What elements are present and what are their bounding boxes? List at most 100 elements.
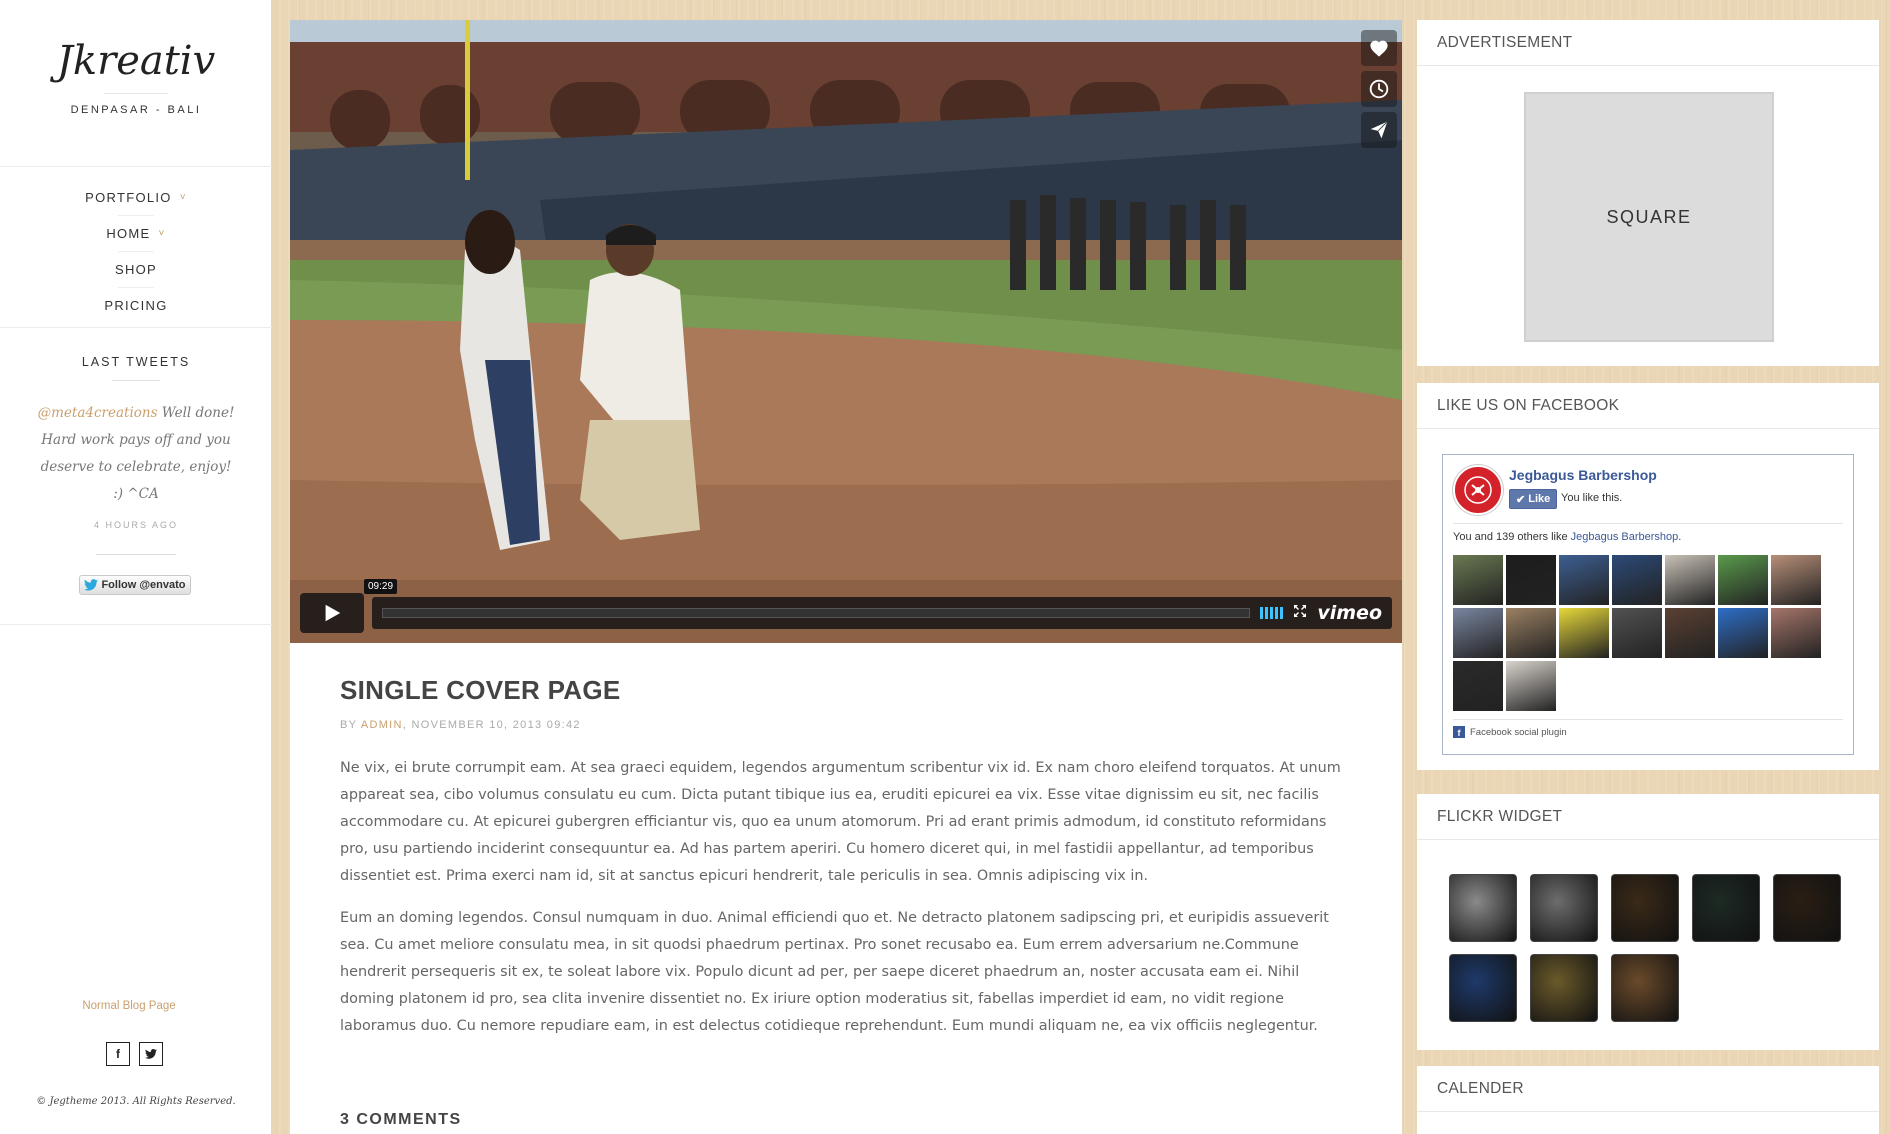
fb-page-name-link[interactable]: Jegbagus Barbershop bbox=[1509, 467, 1657, 483]
fb-fan-avatar[interactable] bbox=[1771, 555, 1821, 605]
seek-bar[interactable] bbox=[382, 608, 1251, 618]
left-sidebar: Jkreativ DENPASAR - BALI PORTFOLIO ˅ HOM… bbox=[0, 0, 272, 1134]
fb-you-like: You like this. bbox=[1561, 492, 1623, 504]
nav-item-label: PRICING bbox=[104, 298, 168, 313]
share-video-button[interactable] bbox=[1361, 112, 1397, 148]
nav-item-portfolio[interactable]: PORTFOLIO ˅ bbox=[0, 180, 272, 215]
tweets-title-divider bbox=[112, 380, 160, 381]
volume-bar bbox=[1265, 607, 1269, 619]
watch-later-button[interactable] bbox=[1361, 71, 1397, 107]
nav-item-label: PORTFOLIO bbox=[85, 190, 172, 205]
twitter-button[interactable] bbox=[139, 1042, 163, 1066]
fb-count-suffix: . bbox=[1678, 531, 1682, 543]
fb-fan-avatar[interactable] bbox=[1453, 661, 1503, 711]
volume-bar bbox=[1270, 607, 1274, 619]
fb-fan-avatar[interactable] bbox=[1506, 608, 1556, 658]
tweets-title: LAST TWEETS bbox=[81, 355, 191, 369]
flickr-photo[interactable] bbox=[1449, 954, 1517, 1022]
flickr-photo[interactable] bbox=[1449, 874, 1517, 942]
play-icon bbox=[325, 604, 341, 622]
post-author-link[interactable]: ADMIN bbox=[361, 719, 403, 731]
chevron-down-icon: ˅ bbox=[179, 192, 187, 203]
fb-fan-avatar[interactable] bbox=[1559, 555, 1609, 605]
post-paragraph: Ne vix, ei brute corrumpit eam. At sea g… bbox=[340, 760, 1341, 884]
fb-fan-avatar[interactable] bbox=[1718, 555, 1768, 605]
post-title: SINGLE COVER PAGE bbox=[340, 675, 621, 705]
post-meta-by: BY bbox=[340, 719, 361, 731]
tweet-text: @meta4creations Well done! Hard work pay… bbox=[36, 400, 236, 508]
comments-title: 3 COMMENTS bbox=[340, 1111, 462, 1128]
fb-fan-avatar[interactable] bbox=[1718, 608, 1768, 658]
follow-button-label: Follow @envato bbox=[101, 579, 186, 591]
facebook-icon: f bbox=[116, 1047, 120, 1061]
flickr-photo[interactable] bbox=[1773, 874, 1841, 942]
flickr-photo[interactable] bbox=[1611, 954, 1679, 1022]
fb-fan-avatar[interactable] bbox=[1665, 555, 1715, 605]
nav-item-label: HOME bbox=[106, 226, 151, 241]
chevron-down-icon: ˅ bbox=[158, 228, 166, 239]
post-content: SINGLE COVER PAGE BY ADMIN, NOVEMBER 10,… bbox=[290, 643, 1402, 1134]
check-icon: ✔ bbox=[1516, 493, 1526, 506]
fb-fan-avatar[interactable] bbox=[1559, 608, 1609, 658]
like-video-button[interactable] bbox=[1361, 30, 1397, 66]
fb-like-count: You and 139 others like Jegbagus Barbers… bbox=[1453, 531, 1681, 543]
site-tagline: DENPASAR - BALI bbox=[70, 104, 202, 116]
flickr-photo-grid bbox=[1449, 874, 1859, 1022]
sidebar-divider bbox=[0, 327, 272, 328]
sidebar-divider bbox=[0, 166, 272, 167]
fb-fan-avatar[interactable] bbox=[1771, 608, 1821, 658]
fb-like-button[interactable]: ✔ Like bbox=[1509, 489, 1558, 509]
tweet-time: 4 HOURS AGO bbox=[93, 520, 178, 530]
fb-fan-avatar[interactable] bbox=[1453, 608, 1503, 658]
fullscreen-button[interactable] bbox=[1293, 604, 1307, 623]
flickr-photo[interactable] bbox=[1611, 874, 1679, 942]
sidebar-divider bbox=[0, 624, 272, 625]
play-button[interactable] bbox=[300, 593, 364, 633]
tweets-divider bbox=[96, 554, 176, 555]
video-player[interactable]: 09:29 vimeo bbox=[290, 20, 1402, 643]
vimeo-logo[interactable]: vimeo bbox=[1317, 602, 1382, 624]
fullscreen-icon bbox=[1294, 604, 1307, 617]
fb-social-plugin[interactable]: f Facebook social plugin bbox=[1453, 726, 1567, 738]
facebook-like-box: Jegbagus Barbershop ✔ Like You like this… bbox=[1442, 454, 1854, 755]
fb-count-page-link[interactable]: Jegbagus Barbershop bbox=[1571, 531, 1679, 543]
progress-bar-container: 09:29 vimeo bbox=[364, 579, 1392, 629]
fb-fan-avatar[interactable] bbox=[1665, 608, 1715, 658]
fb-fan-avatar[interactable] bbox=[1506, 661, 1556, 711]
widget-title: ADVERTISEMENT bbox=[1417, 20, 1879, 66]
post-meta: BY ADMIN, NOVEMBER 10, 2013 09:42 bbox=[340, 719, 581, 731]
logo-divider bbox=[104, 93, 168, 94]
volume-bar bbox=[1260, 607, 1264, 619]
normal-blog-page-link[interactable]: Normal Blog Page bbox=[0, 1000, 258, 1012]
flickr-photo[interactable] bbox=[1530, 954, 1598, 1022]
fb-plugin-label: Facebook social plugin bbox=[1470, 726, 1567, 738]
facebook-button[interactable]: f bbox=[106, 1042, 130, 1066]
post-body: Ne vix, ei brute corrumpit eam. At sea g… bbox=[340, 755, 1350, 1055]
heart-icon bbox=[1370, 40, 1388, 57]
video-controls: 09:29 vimeo bbox=[300, 579, 1392, 633]
page-avatar[interactable] bbox=[1453, 465, 1503, 515]
flickr-photo[interactable] bbox=[1530, 874, 1598, 942]
site-logo[interactable]: Jkreativ bbox=[0, 38, 272, 84]
follow-button[interactable]: Follow @envato bbox=[79, 575, 191, 595]
fb-fan-avatar[interactable] bbox=[1612, 608, 1662, 658]
fb-divider bbox=[1453, 719, 1843, 720]
calendar-widget: CALENDER bbox=[1417, 1066, 1879, 1134]
nav-item-home[interactable]: HOME ˅ bbox=[0, 216, 272, 251]
twitter-icon bbox=[145, 1049, 157, 1059]
nav-item-shop[interactable]: SHOP bbox=[0, 252, 272, 287]
post-date: , NOVEMBER 10, 2013 09:42 bbox=[402, 719, 581, 731]
ad-placeholder[interactable]: SQUARE bbox=[1524, 92, 1774, 342]
nav-item-pricing[interactable]: PRICING bbox=[0, 288, 272, 323]
volume-control[interactable] bbox=[1260, 607, 1284, 619]
fb-fan-avatar[interactable] bbox=[1506, 555, 1556, 605]
video-frame bbox=[290, 20, 1402, 643]
fb-divider bbox=[1453, 523, 1843, 524]
widget-title: CALENDER bbox=[1417, 1066, 1879, 1112]
flickr-photo[interactable] bbox=[1692, 874, 1760, 942]
tweet-handle-link[interactable]: @meta4creations bbox=[38, 405, 158, 421]
video-time: 09:29 bbox=[364, 579, 398, 594]
fb-fan-avatar[interactable] bbox=[1612, 555, 1662, 605]
twitter-bird-icon bbox=[84, 579, 99, 591]
fb-fan-avatar[interactable] bbox=[1453, 555, 1503, 605]
